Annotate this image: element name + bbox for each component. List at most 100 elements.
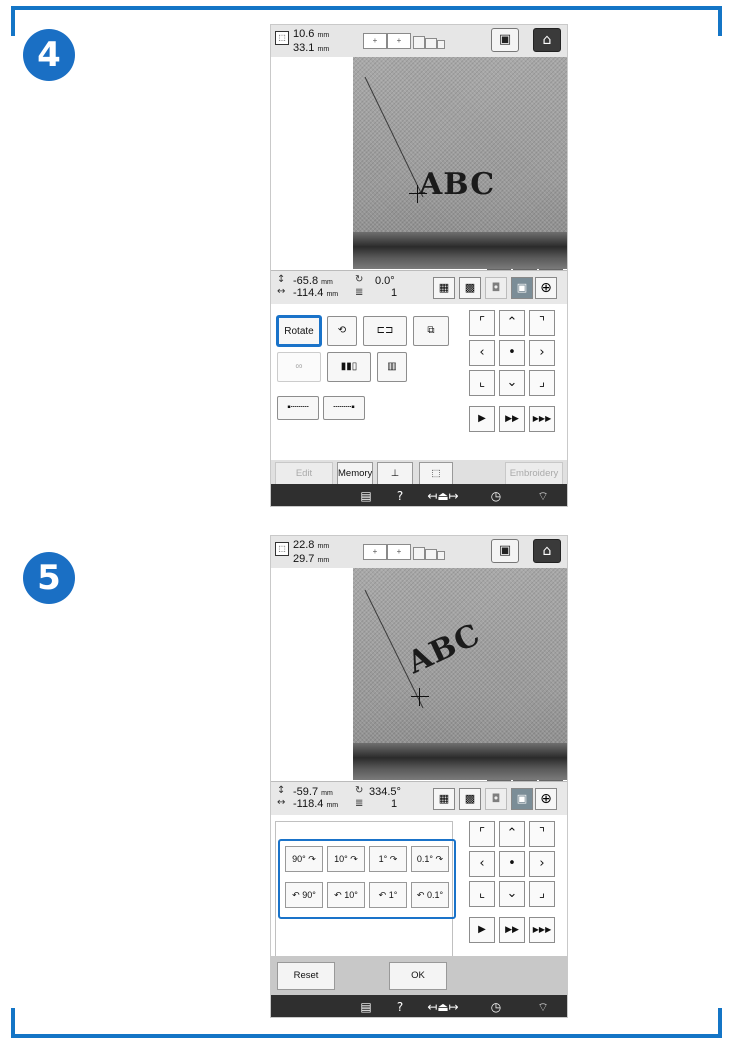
frame-size-4[interactable] [425, 549, 437, 560]
wifi-icon[interactable]: ⌔ [533, 487, 553, 505]
help-icon[interactable]: ? [391, 998, 409, 1016]
color-button[interactable]: ∞ [277, 352, 321, 382]
chevron-up-icon: ⌃ [506, 826, 518, 841]
move-down-button[interactable]: ⌄ [499, 370, 525, 396]
rotate-left-icon: ↶ [334, 890, 342, 900]
thread-cut-icon[interactable]: ↤⏏↦ [423, 487, 463, 505]
reset-button[interactable]: Reset [277, 962, 335, 990]
position-x-value: -118.4 [293, 798, 324, 810]
machine-screen: ⬚ 22.8 mm 29.7 mm + + ▣ ⌂ ABC ✱3 ⇣ ◀ [270, 535, 568, 1018]
camera-button[interactable]: ◘ [485, 277, 507, 299]
background-button[interactable]: ▩ [459, 788, 481, 810]
play-button[interactable]: ▶ [469, 406, 495, 432]
rotate-left-0-1-button[interactable]: ↶ 0.1° [411, 882, 449, 908]
move-up-left-button[interactable]: ⌜ [469, 821, 495, 847]
density-button[interactable]: ▥ [377, 352, 407, 382]
move-left-button[interactable]: ‹ [469, 340, 495, 366]
camera-view-button[interactable]: ▣ [511, 277, 533, 299]
pattern-view-button[interactable]: ▦ [433, 277, 455, 299]
center-button[interactable]: • [499, 340, 525, 366]
memory-button[interactable]: Memory [337, 462, 373, 486]
move-up-right-button[interactable]: ⌝ [529, 310, 555, 336]
duplicate-button[interactable]: ⧉ [413, 316, 449, 346]
mirror-button[interactable]: ⟲ [327, 316, 357, 346]
play-button[interactable]: ▶ [469, 917, 495, 943]
align-left-button[interactable]: ▪┄┄┄ [277, 396, 319, 420]
move-down-left-button[interactable]: ⌞ [469, 881, 495, 907]
move-up-button[interactable]: ⌃ [499, 310, 525, 336]
rotate-left-icon: ↶ [416, 890, 425, 900]
home-button[interactable]: ⌂ [533, 28, 561, 52]
move-up-button[interactable]: ⌃ [499, 821, 525, 847]
center-button[interactable]: • [499, 851, 525, 877]
clock-icon[interactable]: ◷ [487, 998, 505, 1016]
rotate-left-icon: ↶ [292, 890, 300, 900]
rotate-left-1-button[interactable]: ↶ 1° [369, 882, 407, 908]
document-icon[interactable]: ▤ [357, 487, 375, 505]
fast-forward-button[interactable]: ▶▶ [499, 917, 525, 943]
move-left-button[interactable]: ‹ [469, 851, 495, 877]
pattern-icon: ▦ [438, 281, 450, 294]
camera-view-button[interactable]: ▣ [511, 788, 533, 810]
frame-size-2[interactable]: + [387, 544, 411, 560]
frame-size-2[interactable]: + [387, 33, 411, 49]
move-up-right-button[interactable]: ⌝ [529, 821, 555, 847]
pattern-icon: ▦ [438, 792, 450, 805]
vertical-arrow-icon: ↕ [277, 274, 286, 285]
ok-button[interactable]: OK [389, 962, 447, 990]
rotate-right-icon: ↷ [435, 854, 444, 864]
move-down-right-button[interactable]: ⌟ [529, 370, 555, 396]
design-preview[interactable]: ABC ✱3 ⇣ ◀ [271, 57, 567, 291]
camera-button[interactable]: ◘ [485, 788, 507, 810]
move-down-button[interactable]: ⌄ [499, 881, 525, 907]
pattern-view-button[interactable]: ▦ [433, 788, 455, 810]
settings-button[interactable]: ▣ [491, 539, 519, 563]
frame-selector[interactable]: + + [363, 33, 459, 49]
frame-size-3[interactable] [413, 36, 425, 49]
frame-selector[interactable]: + + [363, 544, 459, 560]
zoom-button[interactable]: ⊕ [535, 788, 557, 810]
trial-button[interactable]: ⬚ [419, 462, 453, 486]
frame-size-3[interactable] [413, 547, 425, 560]
skip-forward-button[interactable]: ▶▶▶ [529, 917, 555, 943]
rotate-left-10-button[interactable]: ↶ 10° [327, 882, 365, 908]
help-icon[interactable]: ? [391, 487, 409, 505]
rotate-right-90-button[interactable]: 90° ↷ [285, 846, 323, 872]
design-preview[interactable]: ABC ✱3 ⇣ ◀ [271, 568, 567, 802]
rotate-left-90-button[interactable]: ↶ 90° [285, 882, 323, 908]
move-up-left-button[interactable]: ⌜ [469, 310, 495, 336]
move-right-button[interactable]: › [529, 340, 555, 366]
zoom-button[interactable]: ⊕ [535, 277, 557, 299]
edit-button[interactable]: Edit [275, 462, 333, 486]
rotate-screen: 90° ↷ 10° ↷ 1° ↷ 0.1° ↷ ↶ 90° ↶ 10° ↶ 1°… [271, 815, 567, 971]
clock-icon[interactable]: ◷ [487, 487, 505, 505]
chevron-right-icon: › [539, 345, 545, 360]
document-icon[interactable]: ▤ [357, 998, 375, 1016]
frame-size-5[interactable] [437, 40, 445, 49]
frame-size-5[interactable] [437, 551, 445, 560]
home-button[interactable]: ⌂ [533, 539, 561, 563]
background-button[interactable]: ▩ [459, 277, 481, 299]
move-down-right-button[interactable]: ⌟ [529, 881, 555, 907]
skip-forward-button[interactable]: ▶▶▶ [529, 406, 555, 432]
rotate-right-1-button[interactable]: 1° ↷ [369, 846, 407, 872]
corner-down-left-icon: ⌞ [478, 886, 486, 901]
rotate-right-0-1-button[interactable]: 0.1° ↷ [411, 846, 449, 872]
frame-size-1[interactable]: + [363, 33, 387, 49]
frame-size-1[interactable]: + [363, 544, 387, 560]
thread-cut-icon[interactable]: ↤⏏↦ [423, 998, 463, 1016]
rotate-right-10-button[interactable]: 10° ↷ [327, 846, 365, 872]
rotate-button[interactable]: Rotate [277, 316, 321, 346]
move-down-left-button[interactable]: ⌞ [469, 370, 495, 396]
needle-button[interactable]: ⊥ [377, 462, 413, 486]
settings-button[interactable]: ▣ [491, 28, 519, 52]
frame-size-4[interactable] [425, 38, 437, 49]
background-icon: ▩ [464, 281, 476, 294]
align-right-button[interactable]: ┄┄┄▪ [323, 396, 365, 420]
size-button[interactable]: ⊏⊐ [363, 316, 407, 346]
thread-color-button[interactable]: ▮▮▯ [327, 352, 371, 382]
wifi-icon[interactable]: ⌔ [533, 998, 553, 1016]
move-right-button[interactable]: › [529, 851, 555, 877]
embroidery-button[interactable]: Embroidery [505, 462, 563, 486]
fast-forward-button[interactable]: ▶▶ [499, 406, 525, 432]
